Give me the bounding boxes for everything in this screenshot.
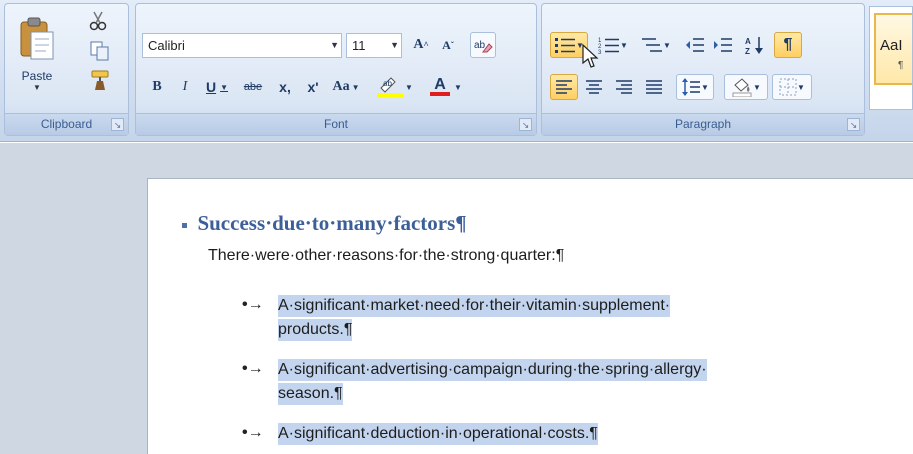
document-page[interactable]: Success·due·to·many·factors¶ There·were·… bbox=[147, 178, 913, 454]
svg-text:A: A bbox=[745, 37, 751, 46]
align-right-icon bbox=[616, 80, 632, 94]
format-painter-icon[interactable] bbox=[89, 68, 113, 92]
pilcrow-icon: ¶ bbox=[783, 36, 793, 53]
heading-bullet bbox=[182, 223, 187, 229]
font-name-combo[interactable]: Calibri ▼ bbox=[142, 33, 342, 58]
justify-icon bbox=[646, 80, 662, 94]
font-group-label: Font bbox=[136, 113, 536, 135]
paragraph-group-label: Paragraph bbox=[542, 113, 864, 135]
style-preview-normal[interactable]: AaI ¶ bbox=[874, 13, 912, 85]
align-left-button[interactable] bbox=[550, 74, 578, 100]
subscript-button[interactable]: x, bbox=[272, 74, 298, 100]
style-preview-pilcrow: ¶ bbox=[898, 60, 904, 71]
paragraph-dialog-launcher-icon[interactable]: ↘ bbox=[847, 118, 860, 131]
increase-indent-button[interactable] bbox=[710, 32, 736, 58]
align-left-icon bbox=[556, 80, 572, 94]
subscript-label: x, bbox=[279, 79, 291, 95]
grow-font-label: A bbox=[413, 37, 424, 52]
font-name-value: Calibri bbox=[148, 38, 185, 53]
shrink-font-label: A bbox=[442, 37, 451, 52]
clipboard-group-label: Clipboard bbox=[5, 113, 128, 135]
increase-indent-icon bbox=[714, 38, 732, 52]
heading-line[interactable]: Success·due·to·many·factors¶ bbox=[182, 211, 467, 236]
mouse-pointer-icon bbox=[582, 44, 599, 68]
borders-button[interactable]: ▼ bbox=[772, 74, 812, 100]
paste-icon bbox=[20, 17, 54, 60]
font-size-combo[interactable]: 11 ▼ bbox=[346, 33, 402, 58]
align-center-icon bbox=[586, 80, 602, 94]
italic-button[interactable]: I bbox=[174, 74, 196, 100]
grow-font-button[interactable]: A ^ bbox=[408, 32, 434, 58]
underline-label: U bbox=[205, 79, 217, 95]
align-right-button[interactable] bbox=[610, 74, 638, 100]
paste-dropdown-icon[interactable]: ▼ bbox=[11, 83, 63, 92]
list-item-text-line2: products.¶ bbox=[278, 319, 353, 341]
change-case-button[interactable]: Aa ▼ bbox=[328, 74, 364, 100]
text-highlight-button[interactable]: ab ▼ bbox=[370, 74, 418, 100]
ribbon: Paste ▼ Clipboard ↘ Calibri ▼ 11 ▼ A ^ A… bbox=[0, 0, 913, 142]
shrink-font-button[interactable]: Aˇ bbox=[436, 32, 460, 58]
svg-text:Z: Z bbox=[745, 47, 750, 55]
borders-icon bbox=[779, 78, 797, 96]
paragraph-label: Paragraph bbox=[674, 117, 732, 131]
superscript-label: x' bbox=[307, 79, 319, 95]
clear-formatting-icon: ab bbox=[474, 40, 493, 53]
font-group: Calibri ▼ 11 ▼ A ^ Aˇ ab B I U ▼ abe x, … bbox=[135, 3, 537, 136]
numbering-icon: 1 2 3 bbox=[598, 38, 620, 54]
shading-button[interactable]: ▼ bbox=[724, 74, 768, 100]
decrease-indent-icon bbox=[686, 38, 704, 52]
list-item-text-line2: season.¶ bbox=[278, 383, 343, 405]
strikethrough-label: abe bbox=[243, 81, 263, 93]
heading-text: Success·due·to·many·factors¶ bbox=[197, 211, 467, 235]
justify-button[interactable] bbox=[640, 74, 668, 100]
multilevel-list-button[interactable]: ▼ bbox=[636, 32, 676, 58]
line-spacing-button[interactable]: ▼ bbox=[676, 74, 714, 100]
font-dialog-launcher-icon[interactable]: ↘ bbox=[519, 118, 532, 131]
styles-gallery[interactable]: AaI ¶ bbox=[869, 6, 913, 110]
font-color-button[interactable]: A ▼ bbox=[424, 74, 468, 100]
font-size-value: 11 bbox=[352, 38, 366, 53]
list-bullet-marker: •→ bbox=[242, 296, 264, 313]
line-spacing-icon bbox=[682, 78, 701, 96]
cut-icon[interactable] bbox=[87, 10, 109, 32]
paste-label: Paste bbox=[21, 69, 53, 83]
font-name-dropdown-icon[interactable]: ▼ bbox=[330, 34, 339, 57]
style-preview-text: AaI bbox=[880, 37, 903, 54]
bold-label: B bbox=[152, 79, 162, 94]
sort-button[interactable]: A Z bbox=[742, 32, 768, 58]
align-center-button[interactable] bbox=[580, 74, 608, 100]
list-item-text-line1: A·significant·advertising·campaign·durin… bbox=[278, 359, 707, 381]
clipboard-dialog-launcher-icon[interactable]: ↘ bbox=[111, 118, 124, 131]
sort-icon: A Z bbox=[745, 37, 763, 55]
bullets-icon bbox=[555, 38, 576, 53]
shading-bucket-icon bbox=[732, 78, 752, 97]
clipboard-group: Paste ▼ Clipboard ↘ bbox=[4, 3, 129, 136]
multilevel-list-icon bbox=[642, 38, 663, 52]
list-item-text-line1: A·significant·deduction·in·operational·c… bbox=[278, 423, 598, 445]
underline-button[interactable]: U ▼ bbox=[200, 74, 234, 100]
italic-label: I bbox=[182, 79, 188, 94]
intro-paragraph[interactable]: There·were·other·reasons·for·the·strong·… bbox=[208, 247, 564, 265]
list-bullet-marker: •→ bbox=[242, 424, 264, 441]
paste-button[interactable]: Paste ▼ bbox=[11, 12, 63, 104]
list-bullet-marker: •→ bbox=[242, 360, 264, 377]
strikethrough-button[interactable]: abe bbox=[238, 74, 268, 100]
svg-text:ab: ab bbox=[383, 79, 392, 88]
copy-icon[interactable] bbox=[89, 40, 111, 62]
change-case-label: Aa bbox=[332, 79, 350, 94]
clipboard-label: Clipboard bbox=[40, 117, 93, 131]
superscript-button[interactable]: x' bbox=[300, 74, 326, 100]
font-color-label: A bbox=[434, 76, 446, 93]
clear-formatting-button[interactable]: ab bbox=[470, 32, 496, 58]
show-formatting-marks-button[interactable]: ¶ bbox=[774, 32, 802, 58]
font-color-swatch bbox=[430, 92, 451, 96]
list-item-text-line1: A·significant·market·need·for·their·vita… bbox=[278, 295, 671, 317]
font-size-dropdown-icon[interactable]: ▼ bbox=[390, 34, 399, 57]
highlighter-icon: ab bbox=[377, 77, 404, 98]
font-label: Font bbox=[323, 117, 348, 131]
bold-button[interactable]: B bbox=[146, 74, 168, 100]
svg-text:ab: ab bbox=[474, 40, 486, 51]
decrease-indent-button[interactable] bbox=[682, 32, 708, 58]
